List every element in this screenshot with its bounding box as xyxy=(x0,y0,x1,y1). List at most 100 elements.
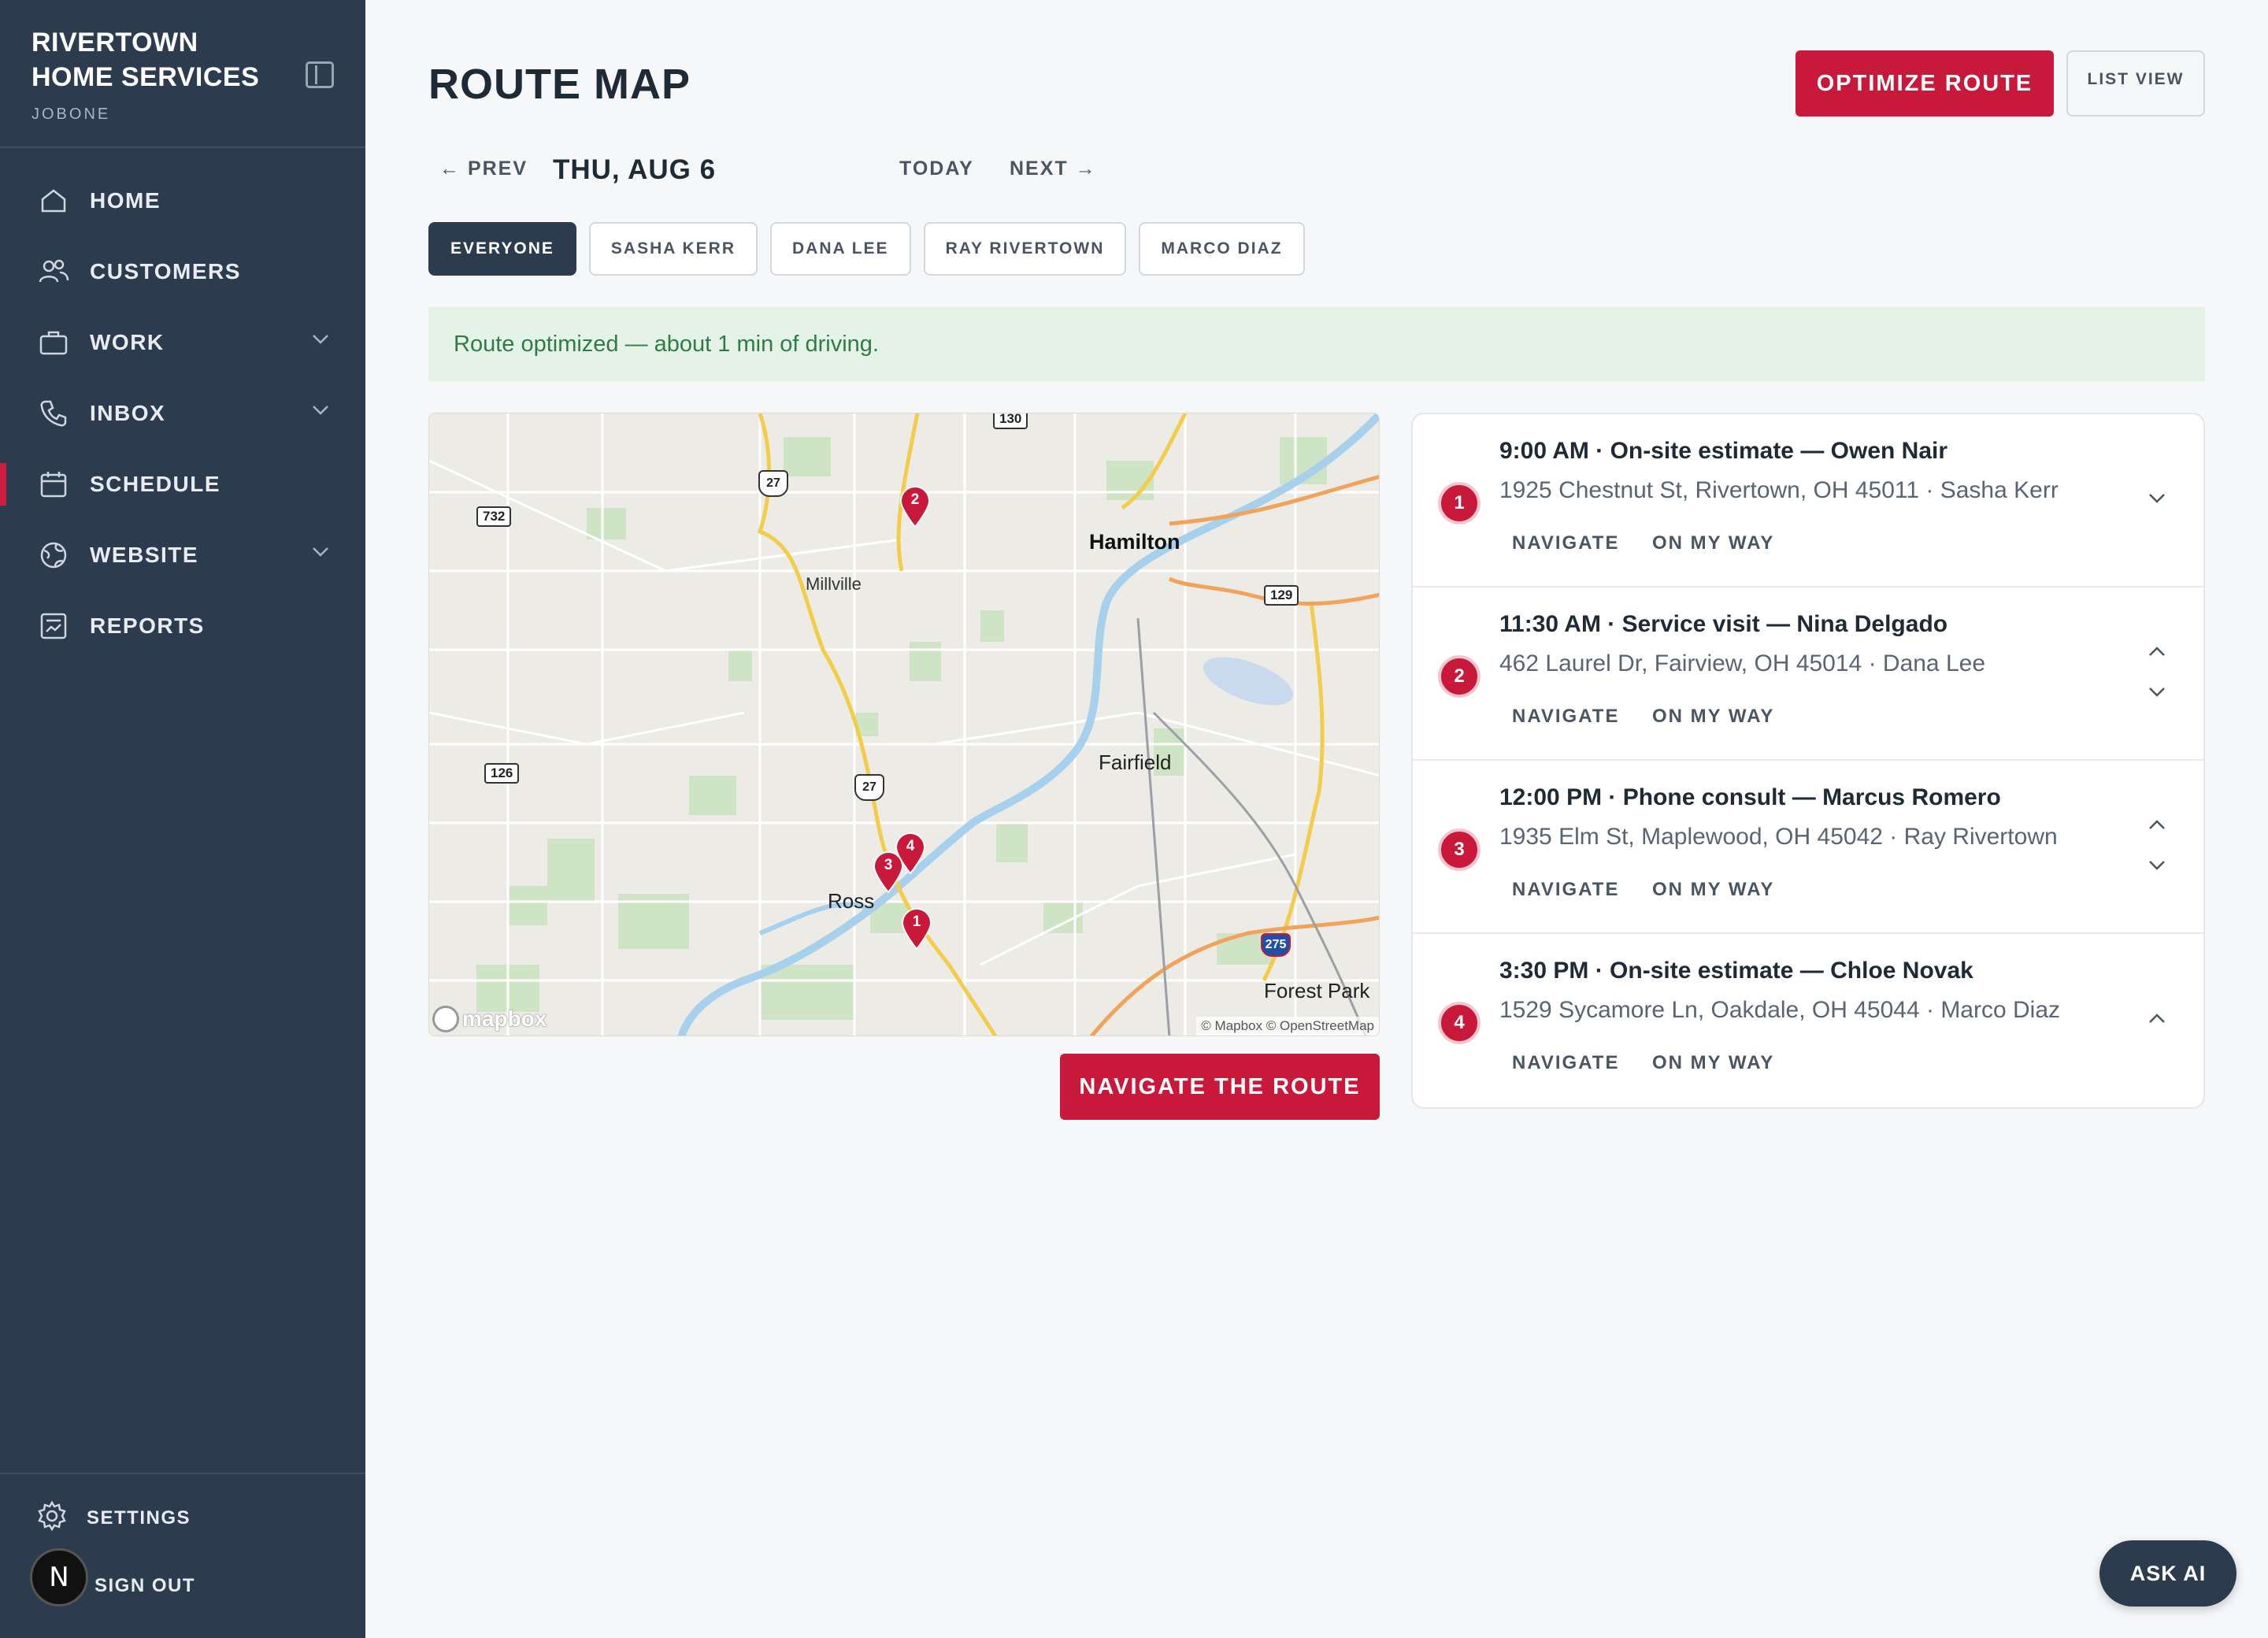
stop-item: 3 12:00 PM · Phone consult — Marcus Rome… xyxy=(1413,761,2203,934)
stop-title: 12:00 PM · Phone consult — Marcus Romero xyxy=(1499,784,2001,810)
mapbox-icon xyxy=(432,1006,459,1032)
move-up-icon[interactable] xyxy=(2148,819,2166,830)
pin-number: 2 xyxy=(910,491,920,508)
stop-number-badge: 4 xyxy=(1438,1002,1480,1044)
navigate-button[interactable]: NAVIGATE xyxy=(1512,879,1619,901)
ask-ai-button[interactable]: ASK AI xyxy=(2099,1540,2236,1606)
route-shield: 732 xyxy=(476,506,512,527)
sign-out-label: SIGN OUT xyxy=(94,1575,196,1596)
phone-icon xyxy=(36,396,71,431)
brand: RIVERTOWN HOME SERVICES JOBONE xyxy=(32,25,284,124)
route-map[interactable]: Hamilton Millville Fairfield Ross Forest… xyxy=(428,413,1380,1036)
on-my-way-button[interactable]: ON MY WAY xyxy=(1652,532,1774,554)
on-my-way-button[interactable]: ON MY WAY xyxy=(1652,1052,1774,1074)
sidebar-item-customers[interactable]: CUSTOMERS xyxy=(0,236,365,307)
move-down-icon[interactable] xyxy=(2148,493,2166,504)
settings-link[interactable]: SETTINGS xyxy=(36,1500,191,1536)
stop-item: 4 3:30 PM · On-site estimate — Chloe Nov… xyxy=(1413,934,2203,1107)
map-pin-1[interactable]: 1 xyxy=(900,908,933,951)
move-down-icon[interactable] xyxy=(2148,687,2166,698)
sidebar-item-home[interactable]: HOME xyxy=(0,165,365,236)
filter-ray-rivertown[interactable]: RAY RIVERTOWN xyxy=(923,222,1127,276)
on-my-way-button[interactable]: ON MY WAY xyxy=(1652,879,1774,901)
map-attribution[interactable]: © Mapbox © OpenStreetMap xyxy=(1196,1017,1379,1036)
sidebar: RIVERTOWN HOME SERVICES JOBONE HOME CUST… xyxy=(0,0,365,1638)
sidebar-item-label: WEBSITE xyxy=(90,543,199,567)
chevron-down-icon[interactable] xyxy=(312,547,329,558)
gear-icon xyxy=(36,1500,68,1536)
prev-day-button[interactable]: ← PREV xyxy=(439,158,528,180)
filter-dana-lee[interactable]: DANA LEE xyxy=(770,222,911,276)
stop-address: 462 Laurel Dr, Fairview, OH 45014 · Dana… xyxy=(1499,650,1986,676)
filter-everyone[interactable]: EVERYONE xyxy=(428,222,576,276)
report-icon xyxy=(36,609,71,643)
list-view-button[interactable]: LIST VIEW xyxy=(2066,50,2205,117)
interstate-shield: 275 xyxy=(1261,933,1291,957)
next-day-button[interactable]: NEXT → xyxy=(1010,158,1097,180)
team-filter: EVERYONE SASHA KERR DANA LEE RAY RIVERTO… xyxy=(428,222,1305,276)
route-shield: 129 xyxy=(1264,585,1299,606)
map-label-ross: Ross xyxy=(828,889,875,913)
stop-title: 3:30 PM · On-site estimate — Chloe Novak xyxy=(1499,958,1973,984)
mapbox-logo[interactable]: mapbox xyxy=(432,1006,547,1032)
map-label-millville: Millville xyxy=(806,574,862,594)
brand-name: RIVERTOWN HOME SERVICES xyxy=(32,28,260,92)
navigate-button[interactable]: NAVIGATE xyxy=(1512,1052,1619,1074)
optimize-route-button[interactable]: OPTIMIZE ROUTE xyxy=(1796,50,2054,117)
divider xyxy=(0,146,365,148)
stop-number-badge: 3 xyxy=(1438,828,1480,871)
route-shield: 130 xyxy=(993,413,1028,429)
avatar[interactable]: N xyxy=(30,1548,88,1606)
stop-address: 1935 Elm St, Maplewood, OH 45042 · Ray R… xyxy=(1499,824,2058,850)
sidebar-item-website[interactable]: WEBSITE xyxy=(0,520,365,591)
stop-title: 9:00 AM · On-site estimate — Owen Nair xyxy=(1499,438,1948,464)
chevron-down-icon[interactable] xyxy=(312,334,329,345)
stop-item: 2 11:30 AM · Service visit — Nina Delgad… xyxy=(1413,587,2203,761)
sign-out-link[interactable]: N SIGN OUT xyxy=(30,1548,195,1606)
today-button[interactable]: TODAY xyxy=(899,158,974,180)
sidebar-nav: HOME CUSTOMERS WORK INBOX SCHEDULE WEBSI… xyxy=(0,165,365,662)
move-up-icon[interactable] xyxy=(2148,646,2166,657)
globe-icon xyxy=(36,538,71,573)
home-icon xyxy=(36,183,71,218)
sidebar-item-inbox[interactable]: INBOX xyxy=(0,378,365,449)
filter-sasha-kerr[interactable]: SASHA KERR xyxy=(588,222,758,276)
stops-list: 1 9:00 AM · On-site estimate — Owen Nair… xyxy=(1411,413,2205,1109)
navigate-button[interactable]: NAVIGATE xyxy=(1512,532,1619,554)
brand-subtitle: JOBONE xyxy=(32,106,111,123)
on-my-way-button[interactable]: ON MY WAY xyxy=(1652,706,1774,728)
stop-address: 1925 Chestnut St, Rivertown, OH 45011 · … xyxy=(1499,477,2059,503)
sidebar-item-label: WORK xyxy=(90,330,165,354)
pin-number: 3 xyxy=(884,857,893,873)
settings-label: SETTINGS xyxy=(87,1506,191,1529)
sidebar-item-reports[interactable]: REPORTS xyxy=(0,591,365,662)
us-route-shield: 27 xyxy=(854,774,884,801)
navigate-route-button[interactable]: NAVIGATE THE ROUTE xyxy=(1060,1054,1380,1120)
briefcase-icon xyxy=(36,325,71,360)
sidebar-item-work[interactable]: WORK xyxy=(0,307,365,378)
us-route-shield: 27 xyxy=(758,470,788,497)
status-banner: Route optimized — about 1 min of driving… xyxy=(428,307,2205,381)
stop-title: 11:30 AM · Service visit — Nina Delgado xyxy=(1499,611,1948,637)
filter-marco-diaz[interactable]: MARCO DIAZ xyxy=(1139,222,1305,276)
sidebar-item-label: REPORTS xyxy=(90,613,205,638)
calendar-icon xyxy=(36,467,71,502)
stop-number-badge: 2 xyxy=(1438,655,1480,698)
current-date: THU, AUG 6 xyxy=(553,154,717,185)
move-down-icon[interactable] xyxy=(2148,860,2166,871)
navigate-button[interactable]: NAVIGATE xyxy=(1512,706,1619,728)
map-label-fairfield: Fairfield xyxy=(1099,750,1172,774)
chevron-down-icon[interactable] xyxy=(312,405,329,416)
sidebar-item-label: SCHEDULE xyxy=(90,472,221,496)
page-title: ROUTE MAP xyxy=(428,61,691,108)
pin-number: 1 xyxy=(912,914,921,930)
sidebar-item-label: CUSTOMERS xyxy=(90,259,241,284)
users-icon xyxy=(36,254,71,289)
move-up-icon[interactable] xyxy=(2148,1013,2166,1024)
sidebar-collapse-icon[interactable] xyxy=(306,61,334,88)
stop-number-badge: 1 xyxy=(1438,482,1480,524)
sidebar-item-schedule[interactable]: SCHEDULE xyxy=(0,449,365,520)
map-pin-2[interactable]: 2 xyxy=(899,486,932,528)
map-pin-3[interactable]: 3 xyxy=(872,851,905,894)
mapbox-wordmark: mapbox xyxy=(462,1006,547,1031)
